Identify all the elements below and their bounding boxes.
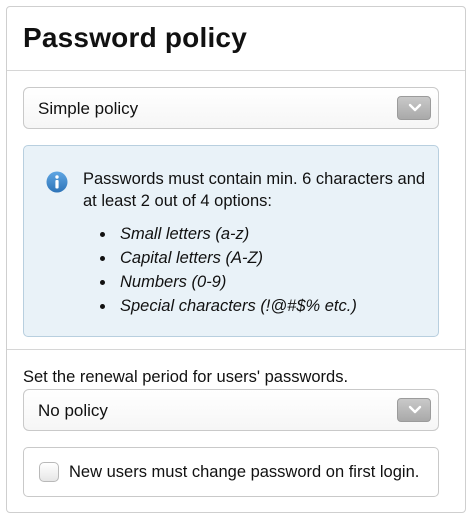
chevron-down-icon: [408, 405, 422, 414]
policy-select[interactable]: Simple policy: [23, 87, 439, 129]
policy-options-list: Small letters (a-z) Capital letters (A-Z…: [100, 222, 357, 318]
renewal-period-select[interactable]: No policy: [23, 389, 439, 431]
renewal-select-dropdown-button[interactable]: [397, 398, 431, 422]
list-item: Special characters (!@#$% etc.): [100, 294, 357, 318]
panel-title: Password policy: [23, 22, 247, 53]
panel-header: Password policy: [7, 7, 465, 71]
policy-info-text: Passwords must contain min. 6 characters…: [83, 170, 426, 210]
first-login-checkbox[interactable]: [39, 462, 59, 482]
policy-select-value: Simple policy: [38, 99, 139, 118]
section-divider: [7, 349, 465, 350]
password-policy-panel: Password policy Simple policy Passwords …: [6, 6, 466, 513]
renewal-select-value: No policy: [38, 401, 108, 420]
policy-select-dropdown-button[interactable]: [397, 96, 431, 120]
first-login-option: New users must change password on first …: [23, 447, 439, 497]
first-login-label[interactable]: New users must change password on first …: [69, 463, 419, 482]
chevron-down-icon: [408, 103, 422, 112]
renewal-period-label: Set the renewal period for users' passwo…: [23, 368, 349, 386]
list-item: Capital letters (A-Z): [100, 246, 357, 270]
policy-info-box: Passwords must contain min. 6 characters…: [23, 145, 439, 337]
list-item: Numbers (0-9): [100, 270, 357, 294]
list-item: Small letters (a-z): [100, 222, 357, 246]
info-icon: [46, 171, 68, 193]
